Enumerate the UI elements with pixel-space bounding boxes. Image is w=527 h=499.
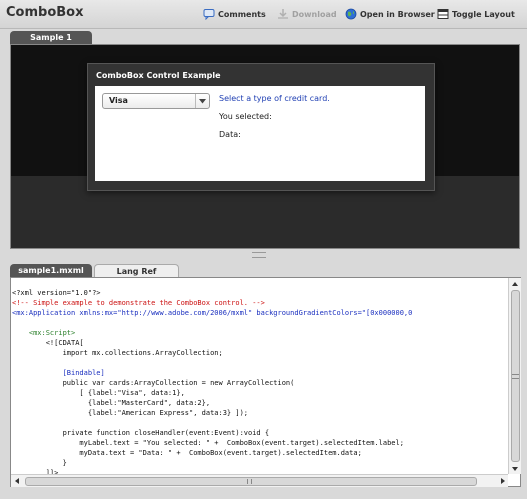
code-line: <mx:Application xmlns:mx="http://www.ado…: [12, 309, 413, 317]
download-button[interactable]: Download: [277, 7, 337, 21]
comments-label: Comments: [218, 9, 266, 19]
preview-stage: ComboBox Control Example Visa Select a t…: [10, 44, 520, 249]
combobox-value: Visa: [109, 96, 128, 105]
source-code-viewer: <?xml version="1.0"?> <!-- Simple exampl…: [10, 277, 521, 487]
code-line: public var cards:ArrayCollection = new A…: [12, 379, 295, 387]
prompt-text: Select a type of credit card.: [219, 94, 330, 103]
combobox-example-panel: ComboBox Control Example Visa Select a t…: [87, 63, 435, 191]
toggle-layout-label: Toggle Layout: [452, 9, 515, 19]
open-in-browser-label: Open in Browser: [360, 9, 435, 19]
horizontal-scroll-thumb[interactable]: [25, 477, 477, 486]
tab-sample-1[interactable]: Sample 1: [10, 31, 92, 44]
arrow-down-icon: [511, 466, 518, 471]
tab-lang-ref[interactable]: Lang Ref: [94, 264, 179, 278]
code-line: import mx.collections.ArrayCollection;: [12, 349, 223, 357]
tab-source-file[interactable]: sample1.mxml: [10, 264, 92, 277]
arrow-left-icon: [14, 477, 19, 484]
globe-icon: [345, 8, 357, 20]
top-toolbar: ComboBox Comments Download Open in Brows…: [0, 0, 527, 29]
layout-icon: [437, 9, 449, 19]
code-line: [ {label:"Visa", data:1},: [12, 389, 185, 397]
code-line: myLabel.text = "You selected: " + ComboB…: [12, 439, 404, 447]
scroll-left-button[interactable]: [11, 475, 22, 486]
data-label: Data:: [219, 130, 241, 139]
code-line: }: [12, 459, 67, 467]
download-icon: [278, 9, 288, 19]
chevron-down-icon: [199, 98, 206, 103]
arrow-right-icon: [500, 477, 505, 484]
code-line: {label:"MasterCard", data:2},: [12, 399, 211, 407]
code-line: [Bindable]: [12, 369, 105, 377]
panel-body: Visa Select a type of credit card. You s…: [95, 86, 425, 181]
app-title: ComboBox: [6, 5, 84, 20]
code-line: private function closeHandler(event:Even…: [12, 429, 270, 437]
selected-label: You selected:: [219, 112, 272, 121]
code-line: myData.text = "Data: " + ComboBox(event.…: [12, 449, 362, 457]
open-in-browser-button[interactable]: Open in Browser: [345, 7, 435, 21]
comments-button[interactable]: Comments: [203, 7, 266, 21]
panel-title: ComboBox Control Example: [96, 71, 221, 80]
code-line: <?xml version="1.0"?>: [12, 289, 101, 297]
horizontal-scrollbar[interactable]: [11, 474, 508, 487]
comment-icon: [203, 9, 215, 20]
combobox-dropdown-button[interactable]: [195, 94, 209, 108]
scroll-right-button[interactable]: [497, 475, 508, 486]
vertical-scroll-thumb[interactable]: [511, 290, 520, 462]
download-label: Download: [292, 9, 337, 19]
arrow-up-icon: [511, 281, 518, 286]
code-line: {label:"American Express", data:3} ]);: [12, 409, 249, 417]
scroll-up-button[interactable]: [509, 278, 520, 289]
credit-card-combobox[interactable]: Visa: [102, 93, 210, 109]
code-line: <mx:Script>: [12, 329, 76, 337]
scroll-down-button[interactable]: [509, 463, 520, 474]
grip-icon: [247, 479, 252, 484]
code-line: <!-- Simple example to demonstrate the C…: [12, 299, 265, 307]
vertical-scrollbar[interactable]: [508, 278, 521, 474]
pane-resize-handle[interactable]: [252, 252, 266, 258]
code-line: <![CDATA[: [12, 339, 84, 347]
toggle-layout-button[interactable]: Toggle Layout: [437, 7, 515, 21]
grip-icon: [512, 374, 519, 379]
code-area[interactable]: <?xml version="1.0"?> <!-- Simple exampl…: [11, 278, 508, 474]
